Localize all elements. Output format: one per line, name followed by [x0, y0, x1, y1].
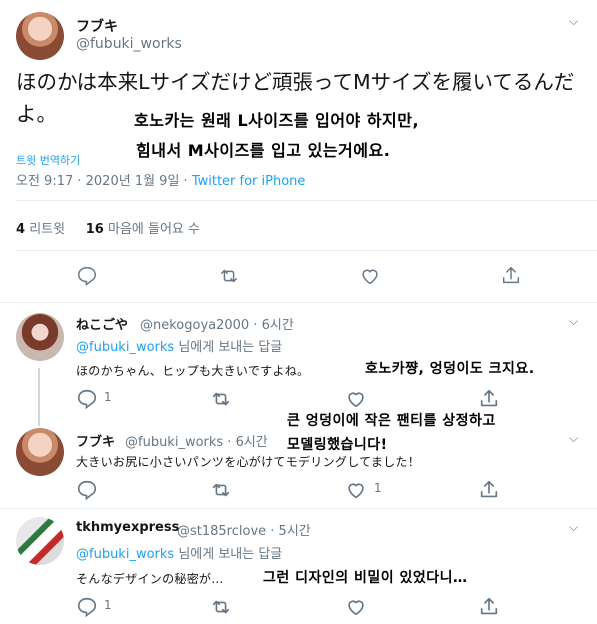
avatar[interactable] [16, 517, 64, 565]
share-icon [480, 389, 498, 407]
avatar[interactable] [16, 313, 64, 361]
retweet-icon [212, 392, 230, 406]
like-button[interactable] [359, 265, 381, 287]
retweet-button[interactable] [218, 265, 240, 287]
reply-count: 1 [104, 390, 112, 404]
chevron-down-icon[interactable]: ⌵ [569, 14, 578, 29]
heart-icon [362, 269, 378, 285]
author-handle[interactable]: @fubuki_works [76, 36, 182, 52]
reply-button[interactable] [76, 596, 97, 618]
reply-icon [77, 389, 97, 410]
retweet-button[interactable] [210, 596, 230, 614]
share-button[interactable] [478, 479, 498, 498]
avatar[interactable] [16, 12, 64, 60]
reply-text: 大きいお尻に小さいパンツを心がけてモデリングしてました！ [76, 455, 421, 469]
share-icon [502, 267, 520, 284]
retweet-button[interactable] [210, 479, 230, 497]
reply-author-name[interactable]: フブキ [76, 431, 115, 450]
chevron-down-icon[interactable]: ⌵ [569, 431, 578, 446]
like-button[interactable] [345, 479, 364, 499]
replying-to: @fubuki_works 님에게 보내는 답글 [76, 336, 282, 355]
chevron-down-icon[interactable]: ⌵ [569, 314, 578, 329]
retweet-label: 리트윗 [29, 222, 66, 237]
divider [16, 200, 597, 201]
reply-button[interactable] [76, 479, 97, 501]
reply-text: そんなデザインの秘密が… [76, 572, 224, 586]
translation-overlay: 호노카쨩, 엉덩이도 크지요. [365, 361, 535, 377]
share-button[interactable] [478, 596, 498, 615]
replying-to: @fubuki_works 님에게 보내는 답글 [76, 543, 282, 562]
heart-icon [348, 483, 364, 499]
heart-icon [348, 600, 364, 616]
reply-to-suffix: 님에게 보내는 답글 [174, 547, 283, 562]
mention-link[interactable]: @fubuki_works [76, 340, 174, 355]
retweet-count: 4 [16, 222, 26, 237]
heart-icon [348, 392, 364, 408]
mention-link[interactable]: @fubuki_works [76, 547, 174, 562]
like-stat[interactable]: 16 마음에 들어요 수 [86, 222, 200, 237]
share-icon [480, 480, 498, 498]
reply-author-name[interactable]: tkhmyexpress [76, 520, 179, 535]
share-icon [480, 597, 498, 615]
author-name[interactable]: フブキ [76, 16, 118, 36]
retweet-button[interactable] [210, 388, 230, 406]
reply-button[interactable] [76, 388, 97, 410]
divider [16, 250, 597, 251]
like-button[interactable] [345, 596, 364, 616]
reply-button[interactable] [76, 265, 98, 287]
retweet-icon [220, 269, 238, 283]
translate-tweet-link[interactable]: 트윗 번역하기 [16, 152, 80, 168]
reply-author-handle[interactable]: @fubuki_works · 6시간 [125, 431, 268, 450]
reply-text: ほのかちゃん、ヒップも大きいですよね。 [76, 364, 310, 378]
divider [0, 302, 597, 303]
translation-overlay-line2: 힘내서 M사이즈를 입고 있는거에요. [136, 141, 391, 160]
reply-icon [77, 597, 97, 618]
share-button[interactable] [500, 265, 522, 287]
like-button[interactable] [345, 388, 364, 408]
avatar[interactable] [16, 428, 64, 476]
tweet-source-app[interactable]: Twitter for iPhone [192, 174, 306, 189]
tweet-timestamp: 오전 9:17 · 2020년 1월 9일 · Twitter for iPho… [16, 170, 305, 189]
translation-overlay-line2: 모델링했습니다! [287, 437, 388, 453]
like-count: 1 [374, 481, 382, 495]
reply-icon [78, 267, 96, 287]
translation-overlay-line1: 호노카는 원래 L사이즈를 입어야 하지만, [134, 111, 420, 130]
reply-to-suffix: 님에게 보내는 답글 [174, 340, 283, 355]
like-label: 마음에 들어요 수 [107, 222, 200, 237]
thread-connector [38, 368, 40, 426]
retweet-icon [212, 600, 230, 614]
tweet-time[interactable]: 오전 9:17 · 2020년 1월 9일 · [16, 174, 192, 189]
divider [0, 508, 597, 509]
reply-author-handle[interactable]: @nekogoya2000 · 6시간 [140, 314, 294, 333]
like-count: 16 [85, 222, 104, 237]
reply-author-handle[interactable]: @st185rclove · 5시간 [177, 520, 311, 539]
reply-author-name[interactable]: ねこごや [76, 314, 128, 333]
reply-icon [77, 480, 97, 501]
tweet-stats: 4 리트윗 16 마음에 들어요 수 [16, 218, 200, 237]
translation-overlay-line1: 큰 엉덩이에 작은 팬티를 상정하고 [287, 413, 496, 429]
translation-overlay: 그런 디자인의 비밀이 있었다니… [263, 570, 468, 586]
retweet-icon [212, 483, 230, 497]
share-button[interactable] [478, 388, 498, 407]
retweet-stat[interactable]: 4 리트윗 [16, 222, 65, 237]
chevron-down-icon[interactable]: ⌵ [569, 520, 578, 535]
reply-count: 1 [104, 598, 112, 612]
